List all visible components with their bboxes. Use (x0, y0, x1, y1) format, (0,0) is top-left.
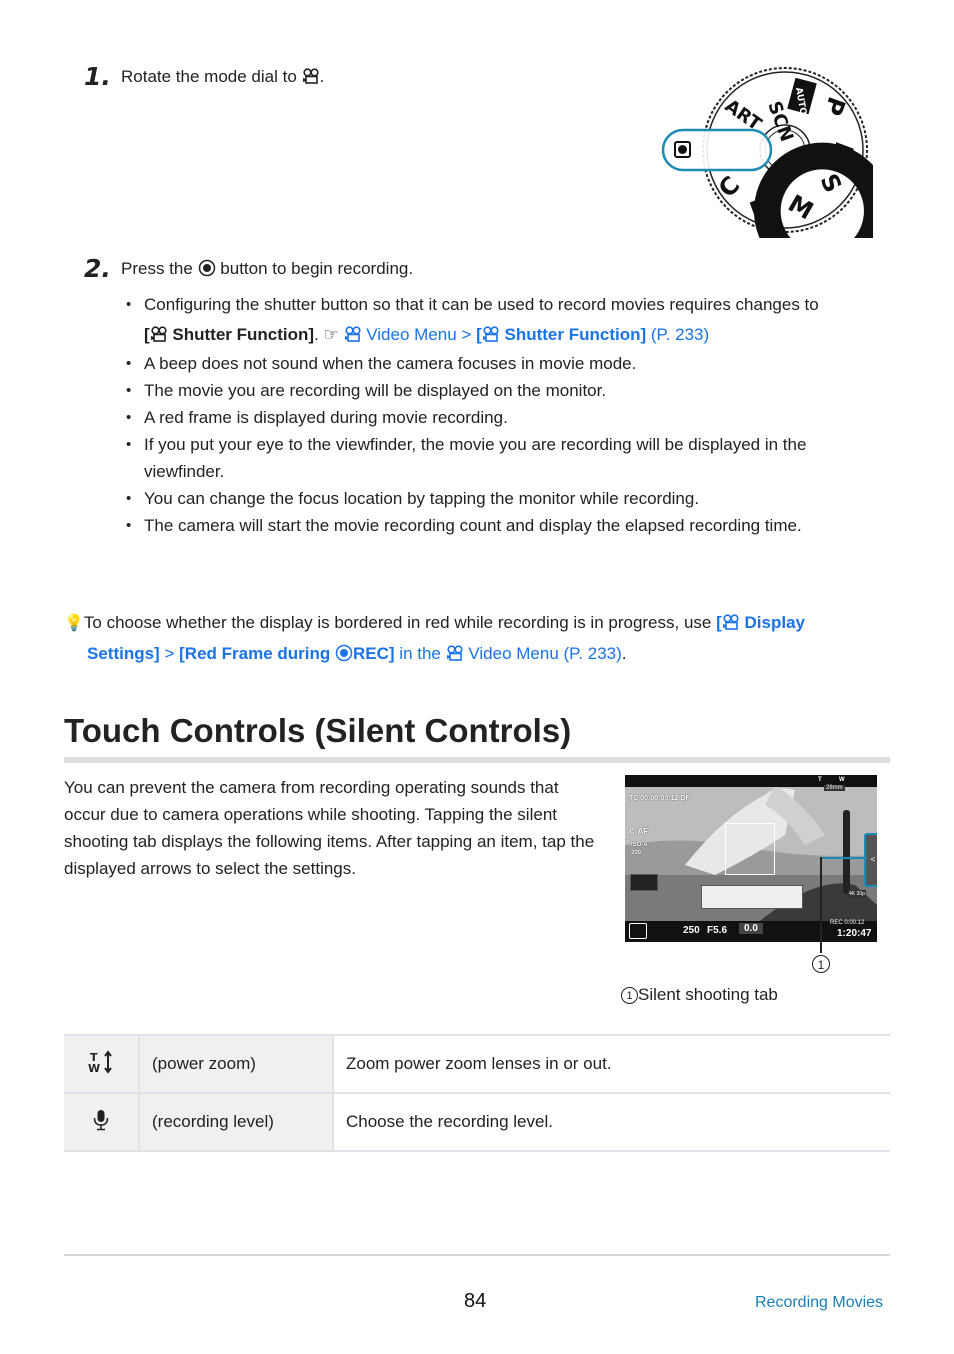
tip-note: 💡To choose whether the display is border… (64, 613, 805, 663)
table-row: TW (power zoom) Zoom power zoom lenses i… (64, 1034, 890, 1094)
recording-level-meter (843, 810, 850, 894)
control-name: (recording level) (139, 1092, 334, 1152)
remaining-time: 1:20:47 (837, 928, 872, 939)
shutter-function-label: [ Shutter Function] (144, 325, 315, 344)
record-button-icon (198, 259, 215, 277)
step-1-suffix: . (319, 67, 325, 86)
caption-marker: 1 (621, 987, 638, 1004)
display-settings-link-cont[interactable]: Settings] (87, 644, 160, 663)
control-description: Zoom power zoom lenses in or out. (333, 1034, 890, 1094)
touch-shutter-button[interactable] (630, 874, 658, 891)
step-2-text: Press the button to begin recording. (121, 259, 413, 279)
tip-in-the: in the (399, 644, 441, 663)
step-2-number: 2. (84, 254, 111, 283)
svg-text:W: W (88, 1062, 100, 1074)
step-2-text-before: Press the (121, 259, 193, 278)
af-frame (725, 823, 775, 875)
breadcrumb-separator: > (461, 325, 472, 344)
reference-hand-icon: ☞ (323, 325, 339, 344)
quality: 4K 30p (848, 890, 866, 898)
red-frame-link[interactable]: [Red Frame during REC] (179, 644, 394, 663)
bullet-item: A beep does not sound when the camera fo… (122, 350, 882, 377)
movie-icon (482, 326, 500, 342)
callout-marker: 1 (812, 955, 830, 973)
microphone-icon (64, 1092, 140, 1152)
bullet-item: If you put your eye to the viewfinder, t… (122, 431, 882, 485)
af-mode: C-AF (629, 827, 649, 836)
shutter-function-link[interactable]: [ Shutter Function] (P. 233) (476, 325, 709, 344)
iso: ISO-A 200 (631, 841, 648, 857)
iso-value: 200 (631, 850, 642, 856)
control-name: (power zoom) (139, 1034, 334, 1094)
timecode: TC 00:00:00:12 DF (629, 795, 690, 802)
breadcrumb-separator: > (164, 644, 175, 663)
step-1-number: 1. (84, 62, 111, 91)
record-button-icon (335, 644, 353, 662)
tip-lightbulb-icon: 💡 (64, 615, 84, 632)
tip-text: To choose whether the display is bordere… (83, 613, 712, 632)
section-rule (64, 757, 890, 763)
iso-label: ISO-A (631, 842, 648, 848)
caption-text: Silent shooting tab (638, 985, 778, 1004)
focal-length: 28mm (824, 785, 845, 791)
movie-icon (150, 326, 168, 342)
movie-icon (344, 326, 362, 342)
section-intro: You can prevent the camera from recordin… (64, 778, 595, 878)
control-description: Choose the recording level. (333, 1092, 890, 1152)
rec-time: REC 0:00:12 (830, 920, 865, 926)
step-1-label: Rotate the mode dial to (121, 67, 297, 86)
movie-mode-indicator-icon (629, 923, 647, 939)
bullet-item: You can change the focus location by tap… (122, 485, 882, 512)
zoom-w: W (839, 777, 845, 783)
movie-mode-icon (302, 68, 320, 84)
silent-shooting-tab[interactable]: < (864, 833, 877, 887)
histogram (701, 885, 803, 909)
table-row: (recording level) Choose the recording l… (64, 1092, 890, 1152)
video-menu-link[interactable]: Video Menu (344, 325, 457, 344)
footer-rule (64, 1254, 890, 1256)
bullet-item: A red frame is displayed during movie re… (122, 404, 882, 431)
aperture: F5.6 (707, 925, 728, 936)
bullet-item: The camera will start the movie recordin… (122, 512, 882, 539)
bullet-shutter-function: Configuring the shutter button so that i… (122, 290, 882, 350)
figure-caption: 1 Silent shooting tab (621, 985, 778, 1005)
step-2-text-after: button to begin recording. (220, 259, 414, 278)
mode-dial-illustration: SCN AUTO P A S M B C ART (661, 67, 873, 238)
display-settings-link[interactable]: [ Display (716, 613, 805, 632)
callout-line-v (820, 857, 822, 953)
step-2-bullets: Configuring the shutter button so that i… (122, 290, 882, 539)
section-title: Touch Controls (Silent Controls) (64, 712, 572, 749)
shutter-speed: 250 (683, 925, 700, 936)
exposure-compensation: 0.0 (739, 923, 763, 934)
zoom-t: T (818, 777, 822, 783)
section-link[interactable]: Recording Movies (755, 1294, 883, 1312)
bullet-item: The movie you are recording will be disp… (122, 377, 882, 404)
controls-table: TW (power zoom) Zoom power zoom lenses i… (64, 1034, 890, 1152)
bullet-text: Configuring the shutter button so that i… (144, 295, 819, 314)
page-number: 84 (464, 1290, 487, 1312)
callout-line-h (820, 857, 867, 859)
step-1-text: Rotate the mode dial to . (121, 67, 324, 87)
movie-icon (722, 614, 740, 630)
movie-icon (446, 645, 464, 661)
power-zoom-icon: TW (64, 1034, 140, 1094)
video-menu-link[interactable]: Video Menu (P. 233) (446, 644, 622, 663)
